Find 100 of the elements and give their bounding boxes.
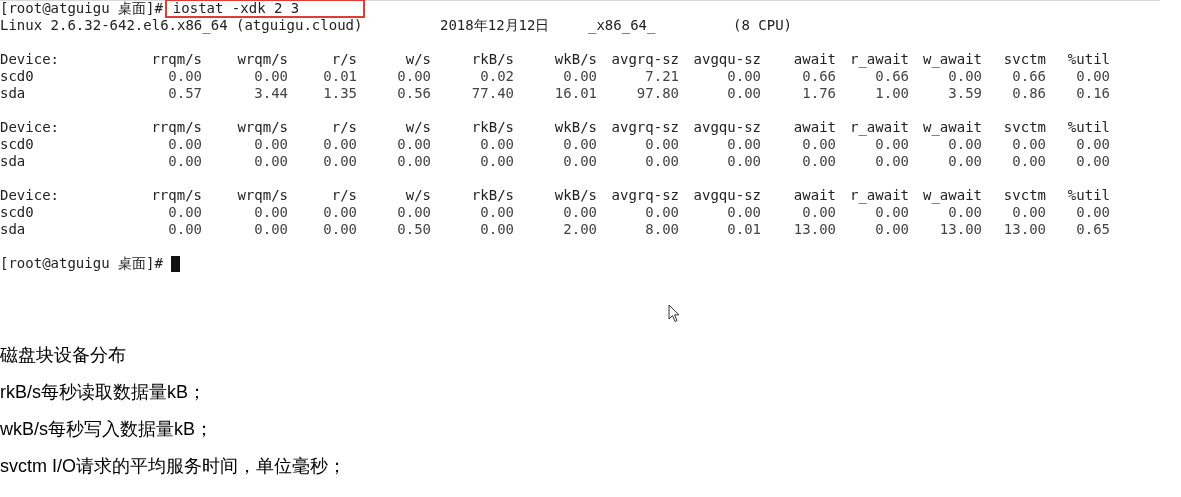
table-cell-text: 0.02 [479, 68, 514, 85]
column-header: w_await [922, 187, 982, 204]
column-header: rrqm/s [150, 187, 202, 204]
table-cell-text: 0.00 [562, 68, 597, 85]
table-cell-text: 7.21 [644, 68, 679, 85]
table-cell-text: 0.00 [479, 221, 514, 238]
column-header: rkB/s [470, 187, 514, 204]
column-header: %util [1066, 119, 1110, 136]
table-cell-text: 0.00 [644, 153, 679, 170]
table-cell-text: 0.66 [801, 68, 836, 85]
table-cell-text: 0.00 [396, 136, 431, 153]
table-cell-text: 0.00 [253, 68, 288, 85]
table-cell-text: 0.00 [167, 153, 202, 170]
table-cell-text: 0.16 [1075, 85, 1110, 102]
column-header: r_await [849, 119, 909, 136]
column-header: await [792, 119, 836, 136]
mouse-pointer-icon [668, 304, 680, 323]
column-header: wrqm/s [236, 51, 288, 68]
device-name: scd0 [0, 68, 35, 85]
column-header: Device: [0, 51, 60, 68]
shell-prompt: [root@atguigu 桌面]# [0, 0, 163, 17]
shell-prompt: [root@atguigu 桌面]# [0, 255, 163, 272]
device-name: scd0 [0, 136, 35, 153]
table-cell-text: 0.86 [1011, 85, 1046, 102]
table-cell-text: 0.00 [479, 153, 514, 170]
table-cell-text: 77.40 [470, 85, 514, 102]
table-cell-text: 0.00 [167, 204, 202, 221]
note-text: svctm I/O请求的平均服务时间，单位毫秒； [0, 455, 347, 477]
table-cell-text: 0.00 [253, 204, 288, 221]
table-cell-text: 16.01 [553, 85, 597, 102]
column-header: w/s [404, 51, 431, 68]
column-header: rrqm/s [150, 119, 202, 136]
table-cell-text: 0.00 [167, 221, 202, 238]
column-header: wkB/s [553, 51, 597, 68]
table-cell-text: 0.65 [1075, 221, 1110, 238]
note-text: wkB/s每秒写入数据量kB； [0, 418, 214, 440]
device-name: sda [0, 221, 27, 238]
cursor-block [170, 255, 180, 272]
system-info: _x86_64_ [588, 17, 657, 34]
table-cell-text: 0.01 [322, 68, 357, 85]
system-info: (8 CPU) [733, 17, 792, 34]
command-text: iostat -xdk 2 3 [164, 0, 365, 18]
table-cell-text: 3.44 [253, 85, 288, 102]
table-cell-text: 1.35 [322, 85, 357, 102]
table-cell-text: 0.00 [1075, 204, 1110, 221]
table-cell-text: 0.00 [167, 136, 202, 153]
column-header: r/s [330, 119, 357, 136]
table-cell-text: 0.00 [801, 136, 836, 153]
table-cell-text: 0.00 [947, 68, 982, 85]
column-header: wkB/s [553, 187, 597, 204]
table-cell-text: 0.00 [874, 204, 909, 221]
table-cell-text: 0.00 [479, 204, 514, 221]
table-cell-text: 0.00 [322, 221, 357, 238]
column-header: %util [1066, 187, 1110, 204]
system-info: 2018年12月12日 [440, 17, 551, 34]
system-info: Linux 2.6.32-642.el6.x86_64 (atguigu.cloud) [0, 17, 364, 34]
column-header: r_await [849, 51, 909, 68]
table-cell-text: 2.00 [562, 221, 597, 238]
table-cell-text: 0.00 [1011, 136, 1046, 153]
column-header: avgqu-sz [692, 187, 761, 204]
table-cell-text: 0.00 [726, 204, 761, 221]
column-header: w/s [404, 119, 431, 136]
table-cell-text: 0.00 [562, 136, 597, 153]
column-header: wrqm/s [236, 119, 288, 136]
table-cell-text: 0.00 [947, 204, 982, 221]
column-header: rkB/s [470, 51, 514, 68]
note-text: rkB/s每秒读取数据量kB； [0, 381, 207, 403]
column-header: wkB/s [553, 119, 597, 136]
table-cell-text: 0.00 [562, 153, 597, 170]
column-header: svctm [1002, 187, 1046, 204]
table-cell-text: 0.66 [1011, 68, 1046, 85]
table-cell-text: 0.00 [253, 136, 288, 153]
table-cell-text: 0.00 [874, 221, 909, 238]
table-cell-text: 0.00 [644, 204, 679, 221]
table-cell-text: 0.00 [479, 136, 514, 153]
column-header: svctm [1002, 51, 1046, 68]
table-cell-text: 0.00 [562, 204, 597, 221]
table-cell-text: 0.00 [801, 153, 836, 170]
column-header: w_await [922, 51, 982, 68]
table-cell-text: 0.00 [726, 153, 761, 170]
column-header: r/s [330, 187, 357, 204]
table-cell-text: 0.50 [396, 221, 431, 238]
table-cell-text: 0.00 [396, 68, 431, 85]
column-header: avgqu-sz [692, 119, 761, 136]
table-cell-text: 0.00 [322, 153, 357, 170]
table-cell-text: 0.00 [253, 153, 288, 170]
column-header: Device: [0, 119, 60, 136]
column-header: avgqu-sz [692, 51, 761, 68]
column-header: avgrq-sz [610, 119, 679, 136]
table-cell-text: 0.00 [874, 153, 909, 170]
table-cell-text: 0.56 [396, 85, 431, 102]
column-header: w/s [404, 187, 431, 204]
table-cell-text: 8.00 [644, 221, 679, 238]
table-cell-text: 0.00 [874, 136, 909, 153]
table-cell-text: 1.00 [874, 85, 909, 102]
table-cell-text: 0.00 [396, 153, 431, 170]
column-header: rkB/s [470, 119, 514, 136]
table-cell-text: 0.00 [726, 136, 761, 153]
table-cell-text: 0.66 [874, 68, 909, 85]
table-cell-text: 3.59 [947, 85, 982, 102]
